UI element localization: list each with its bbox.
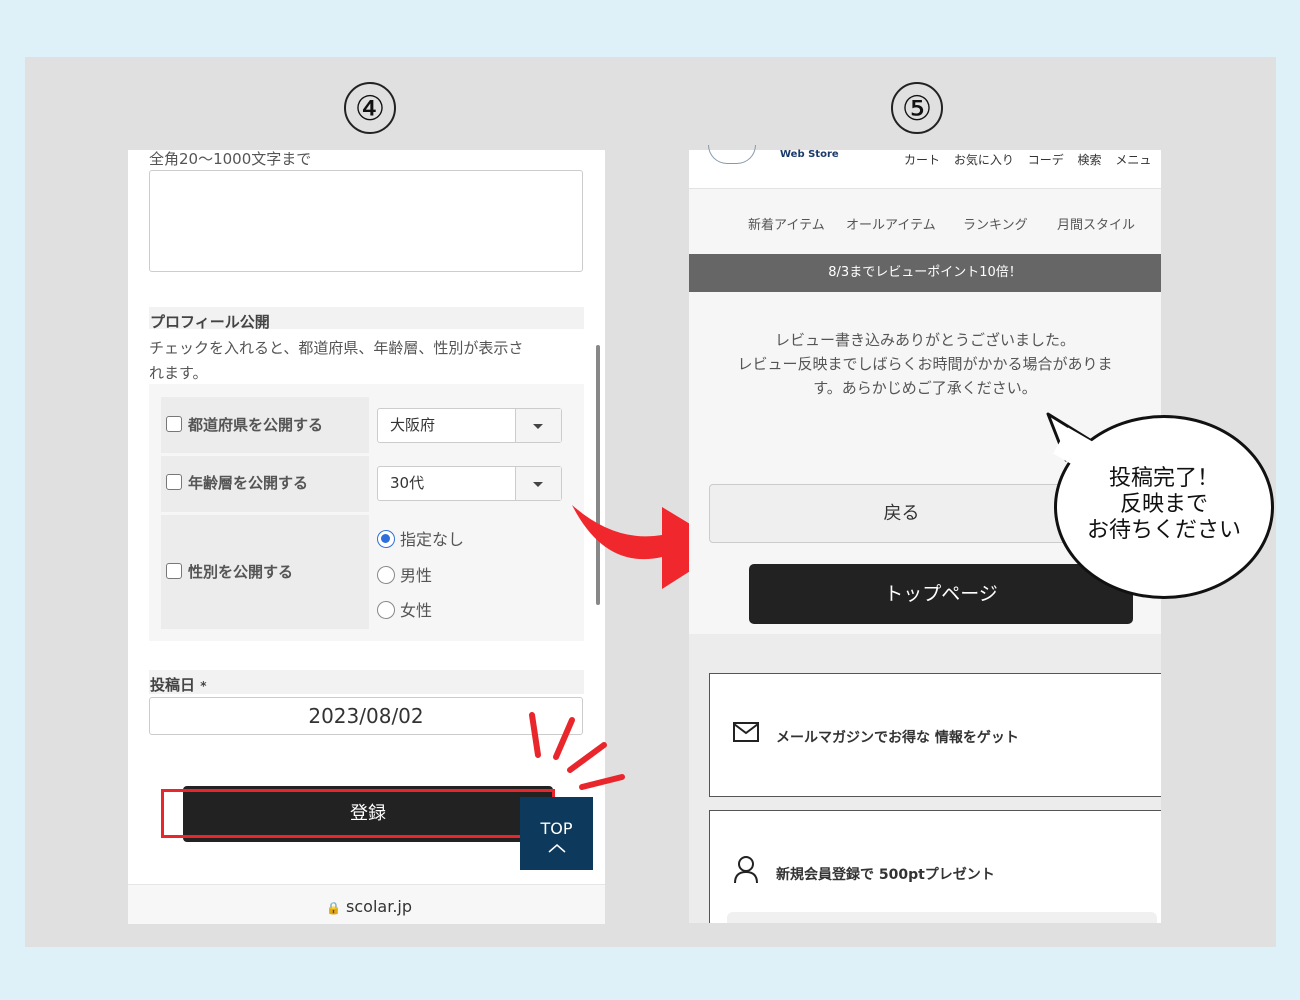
thanks-line-2: レビュー反映までしばらくお時間がかかる場合がありま [737,355,1113,373]
back-button[interactable]: 戻る [709,484,1094,543]
checkbox-icon [166,563,182,579]
required-mark: * [200,679,207,693]
promo-banner[interactable]: 8/3までレビューポイント10倍！ [689,254,1161,292]
header-links: カート お気に入り コーデ 検索 メニュ [904,151,1151,168]
header-divider [689,188,1161,189]
emphasis-lines [529,712,625,790]
thanks-line-1: レビュー書き込みありがとうございました。 [774,331,1075,349]
post-date-label-text: 投稿日 [150,676,196,694]
profile-title: プロフィール公開 [150,313,270,331]
nav-ranking[interactable]: ランキング [963,214,1028,233]
header-link-cart[interactable]: カート [904,153,940,167]
radio-icon [377,601,395,619]
prefecture-value: 大阪府 [390,416,436,434]
prefecture-select[interactable]: 大阪府 [377,408,562,443]
logo-text: Web Store [780,149,839,160]
char-limit-note: 全角20〜1000文字まで [149,150,312,168]
bottom-sheet-edge [727,912,1157,923]
dropdown-arrow-icon [515,409,561,442]
callout-line-1: 投稿完了！ [1108,466,1219,491]
newsletter-text: メールマガジンでお得な 情報をゲット [776,730,1019,746]
signup-text: 新規会員登録で 500ptプレゼント [776,867,995,883]
chevron-up-icon [548,844,565,853]
age-select[interactable]: 30代 [377,466,562,501]
header-link-search[interactable]: 検索 [1078,153,1102,167]
lock-icon: 🔒 [326,901,341,915]
prefecture-label: 都道府県を公開する [188,416,324,434]
step-number-4: ④ [344,82,396,134]
nav-all-items[interactable]: オールアイテム [846,214,936,233]
nav-new-items[interactable]: 新着アイテム [748,214,825,233]
radio-selected-icon [377,530,395,548]
review-textarea[interactable] [149,170,583,272]
post-date-label: 投稿日 * [150,674,207,695]
url-display: 🔒 scolar.jp [326,897,412,916]
post-date-input[interactable]: 2023/08/02 [149,697,583,735]
profile-description-line1: チェックを入れると、都道府県、年齢層、性別が表示さ [149,339,524,357]
top-label: TOP [540,819,573,838]
gender-checkbox[interactable]: 性別を公開する [166,561,293,582]
thanks-message: レビュー書き込みありがとうございました。 レビュー反映までしばらくお時間がかかる… [689,328,1161,400]
gender-option-male[interactable]: 男性 [377,562,432,586]
step-number-5: ⑤ [891,82,943,134]
url-text: scolar.jp [346,897,413,916]
age-label: 年齢層を公開する [188,474,309,492]
age-checkbox[interactable]: 年齢層を公開する [166,472,308,493]
post-date-header-bg [149,670,584,694]
prefecture-checkbox[interactable]: 都道府県を公開する [166,414,323,435]
gender-option-label: 女性 [400,601,433,620]
gender-option-none[interactable]: 指定なし [377,526,464,550]
checkbox-icon [166,416,182,432]
highlight-box [161,789,555,838]
thanks-line-3: す。あらかじめご了承ください。 [813,379,1037,397]
top-page-button[interactable]: トップページ [749,564,1133,624]
radio-icon [377,566,395,584]
gender-option-label: 指定なし [400,530,465,549]
callout-line-2: 反映まで [1119,492,1208,517]
mail-icon [733,722,759,742]
checkbox-icon [166,474,182,490]
gender-option-label: 男性 [400,566,433,585]
gender-label: 性別を公開する [188,563,294,581]
callout-line-3: お待ちください [1086,518,1241,543]
user-icon [734,856,758,884]
age-value: 30代 [390,474,425,492]
header-link-favorites[interactable]: お気に入り [954,153,1014,167]
nav-monthly-style[interactable]: 月間スタイル [1057,214,1135,233]
profile-description-line2: れます。 [149,364,208,382]
back-to-top-button[interactable]: TOP [520,797,593,870]
header-link-menu[interactable]: メニュ [1115,153,1151,167]
header-link-coordinate[interactable]: コーデ [1028,153,1064,167]
gender-option-female[interactable]: 女性 [377,597,432,621]
dropdown-arrow-icon [515,467,561,500]
